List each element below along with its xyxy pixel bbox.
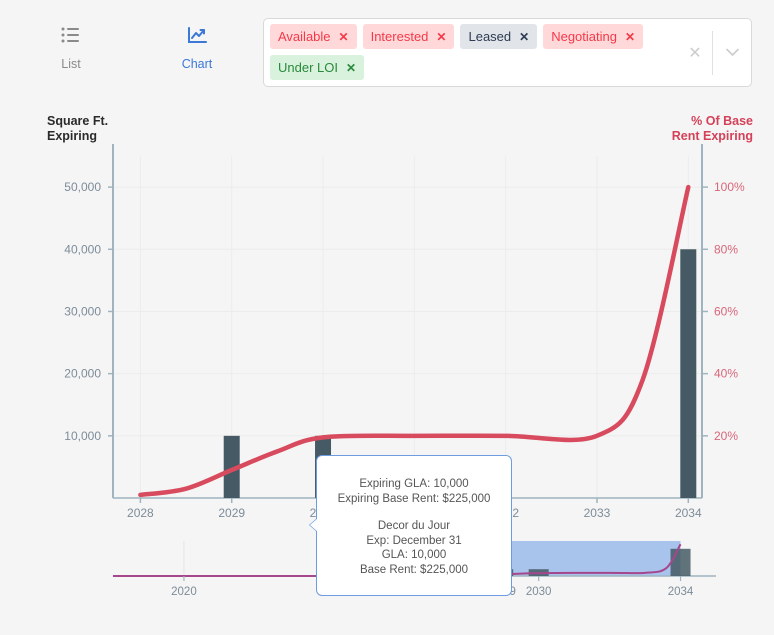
- left-y-tick-label: 20,000: [64, 367, 101, 381]
- chart-line-icon: [166, 26, 228, 52]
- tooltip-arrow-fill: [310, 518, 318, 532]
- filter-tag-label: Under LOI: [278, 60, 338, 75]
- navigator-tick-label: 2030: [526, 586, 552, 598]
- left-y-tick-label: 10,000: [64, 429, 101, 443]
- remove-tag-icon[interactable]: ✕: [346, 61, 356, 75]
- chart-tooltip: Expiring GLA: 10,000 Expiring Base Rent:…: [309, 455, 512, 596]
- tooltip-summary: Expiring GLA: 10,000 Expiring Base Rent:…: [337, 478, 491, 505]
- navigator-tick-label: 2034: [668, 586, 694, 598]
- axis-lines: [112, 144, 703, 499]
- clear-filters-icon[interactable]: ✕: [678, 43, 712, 63]
- filter-tag-label: Negotiating: [551, 29, 617, 44]
- status-filter-box[interactable]: Available ✕ Interested ✕ Leased ✕ Negotiating ✕…: [263, 18, 752, 87]
- filter-tag-label: Available: [278, 29, 331, 44]
- navigator-tick-label: 2020: [171, 586, 197, 598]
- right-y-tick-label: 80%: [714, 242, 738, 256]
- left-y-axis-ticks: 10,000 20,000 30,000 40,000 50,000: [64, 180, 113, 443]
- right-y-axis-ticks: 20% 40% 60% 80% 100%: [702, 180, 745, 443]
- right-y-tick-label: 40%: [714, 367, 738, 381]
- left-y-tick-label: 30,000: [64, 304, 101, 318]
- right-y-tick-label: 100%: [714, 180, 745, 194]
- right-y-tick-label: 20%: [714, 429, 738, 443]
- x-tick-label: 2029: [218, 506, 245, 520]
- left-y-tick-label: 50,000: [64, 180, 101, 194]
- bar[interactable]: [680, 249, 697, 498]
- filter-tag-available[interactable]: Available ✕: [270, 24, 357, 49]
- navigator-bar: [670, 548, 691, 576]
- lease-expiration-chart: Square Ft. Expiring % Of Base Rent Expir…: [0, 98, 774, 635]
- view-toggle-chart[interactable]: Chart: [166, 26, 228, 71]
- remove-tag-icon[interactable]: ✕: [519, 30, 529, 44]
- filter-tag-label: Interested: [370, 29, 429, 44]
- remove-tag-icon[interactable]: ✕: [436, 30, 446, 44]
- remove-tag-icon[interactable]: ✕: [339, 30, 349, 44]
- filter-tag-interested[interactable]: Interested ✕: [362, 24, 455, 49]
- left-y-tick-label: 40,000: [64, 242, 101, 256]
- chevron-down-icon[interactable]: [713, 45, 751, 60]
- gridlines: [113, 156, 702, 498]
- view-toggle-list-label: List: [61, 57, 81, 71]
- filter-tag-list: Available ✕ Interested ✕ Leased ✕ Negotiating ✕…: [270, 24, 670, 80]
- filter-tag-label: Leased: [468, 29, 512, 44]
- x-tick-label: 2034: [675, 506, 702, 520]
- tooltip-spacer: [317, 506, 511, 519]
- filter-tag-leased[interactable]: Leased ✕: [460, 24, 538, 49]
- top-toolbar: List Chart Available ✕ Interested ✕ Leased ✕ N…: [0, 0, 774, 98]
- view-toggle-chart-label: Chart: [181, 57, 213, 71]
- x-tick-label: 2028: [127, 506, 154, 520]
- remove-tag-icon[interactable]: ✕: [625, 30, 635, 44]
- right-y-tick-label: 60%: [714, 304, 738, 318]
- list-icon: [40, 26, 102, 52]
- x-tick-label: 2033: [584, 506, 611, 520]
- filter-tag-negotiating[interactable]: Negotiating ✕: [543, 24, 644, 49]
- filter-tag-under-loi[interactable]: Under LOI ✕: [270, 55, 365, 80]
- filter-controls: ✕: [678, 19, 751, 86]
- tooltip-detail: Decor du Jour Exp: December 31 GLA: 10,0…: [359, 520, 469, 576]
- view-toggle-list[interactable]: List: [40, 26, 102, 71]
